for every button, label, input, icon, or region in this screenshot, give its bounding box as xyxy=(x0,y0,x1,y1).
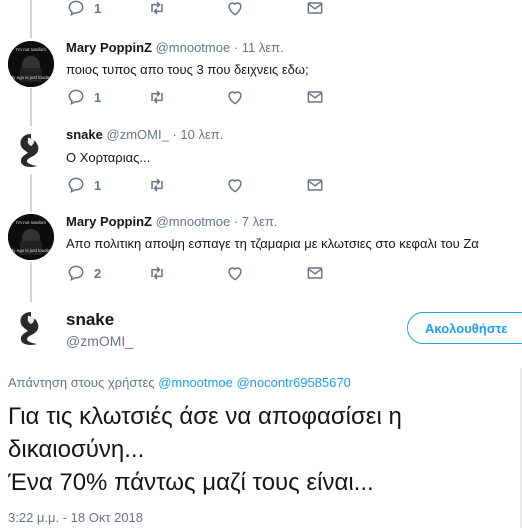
dm-button[interactable] xyxy=(305,87,325,107)
retweet-icon xyxy=(151,90,163,104)
tweet-timestamp[interactable]: 3:22 μ.μ. - 18 Οκτ 2018 xyxy=(8,510,143,525)
avatar[interactable]: I'm not random My ego is just louder xyxy=(8,214,54,260)
reply-count: 1 xyxy=(94,177,102,193)
tweet-actions: 1 xyxy=(66,175,366,199)
tweet-actions: 2 xyxy=(66,263,366,287)
tweet-text: Για τις κλωτσιές άσε να αποφασίσει η δικ… xyxy=(8,400,402,499)
retweet-button[interactable] xyxy=(147,0,167,18)
tweet-text: Ο Χορταριας... xyxy=(66,150,151,165)
like-button[interactable] xyxy=(225,263,245,283)
author-name[interactable]: snake xyxy=(66,310,114,330)
tweet-text: ποιος τυπος απο τους 3 που δειχνεις εδω; xyxy=(66,62,309,77)
author-name[interactable]: Mary PoppinZ xyxy=(66,40,152,55)
author-name[interactable]: snake xyxy=(66,127,103,142)
dm-button[interactable] xyxy=(305,0,325,18)
reply-button[interactable]: 1 xyxy=(66,0,101,18)
reply-button[interactable]: 1 xyxy=(66,87,101,107)
reply-icon xyxy=(68,89,84,105)
thread-line xyxy=(30,262,32,302)
retweet-button[interactable] xyxy=(147,87,167,107)
reply-button[interactable]: 2 xyxy=(66,263,101,283)
author-name[interactable]: Mary PoppinZ xyxy=(66,214,152,229)
svg-text:I'm not random: I'm not random xyxy=(16,47,46,52)
follow-button[interactable]: Ακολουθήστε xyxy=(407,312,522,344)
thread-line xyxy=(30,174,32,212)
mention-link[interactable]: @nocontr69585670 xyxy=(236,375,350,390)
envelope-icon xyxy=(307,91,323,103)
retweet-icon xyxy=(151,178,163,192)
avatar[interactable]: I'm not random My ego is just louder xyxy=(8,41,54,87)
tweet-text-line: Για τις κλωτσιές άσε να αποφασίσει η xyxy=(8,403,402,430)
author-handle[interactable]: @mnootmoe xyxy=(156,214,231,229)
tweet-time[interactable]: · 7 λεπ. xyxy=(234,214,278,229)
dm-button[interactable] xyxy=(305,175,325,195)
retweet-button[interactable] xyxy=(147,263,167,283)
heart-icon xyxy=(228,267,242,281)
tweet-actions: 1 xyxy=(66,0,366,22)
replying-to: Απάντηση στους χρήστες @mnootmoe @nocont… xyxy=(8,375,351,390)
avatar-image: I'm not random My ego is just louder xyxy=(8,41,54,87)
author-handle[interactable]: @zmOMI_ xyxy=(107,127,169,142)
tweet-text: Απο πολιτικη αποψη εσπαγε τη τζαμαρια με… xyxy=(66,236,479,251)
tweet-time[interactable]: · 10 λεπ. xyxy=(172,127,223,142)
mention-link[interactable]: @mnootmoe xyxy=(158,375,233,390)
envelope-icon xyxy=(307,267,323,279)
heart-icon xyxy=(228,179,242,193)
tweet-header: snake @zmOMI_ · 10 λεπ. xyxy=(66,127,223,142)
cobra-avatar-image xyxy=(8,306,54,352)
tweet-text-line: δικαιοσύνη... xyxy=(8,436,145,463)
reply-icon xyxy=(68,0,84,16)
heart-icon xyxy=(228,91,242,105)
svg-text:My ego is just louder: My ego is just louder xyxy=(9,75,51,80)
cobra-avatar-image xyxy=(8,128,54,174)
tweet-text-line: Ένα 70% πάντως μαζί τους είναι... xyxy=(8,469,374,496)
tweet-time[interactable]: · 11 λεπ. xyxy=(234,40,284,55)
like-button[interactable] xyxy=(225,175,245,195)
reply-count: 2 xyxy=(94,265,102,281)
avatar[interactable] xyxy=(8,306,54,352)
like-button[interactable] xyxy=(225,0,245,18)
retweet-icon xyxy=(151,266,163,280)
avatar-image: I'm not random My ego is just louder xyxy=(8,214,54,260)
avatar[interactable] xyxy=(8,128,54,174)
reply-icon xyxy=(68,265,84,281)
reply-button[interactable]: 1 xyxy=(66,175,101,195)
tweet-actions: 1 xyxy=(66,87,366,111)
author-handle[interactable]: @zmOMI_ xyxy=(66,333,133,349)
svg-text:My ego is just louder: My ego is just louder xyxy=(9,248,51,253)
envelope-icon xyxy=(307,179,323,191)
author-handle[interactable]: @mnootmoe xyxy=(156,40,231,55)
envelope-icon xyxy=(307,2,323,14)
tweet-header: Mary PoppinZ @mnootmoe · 7 λεπ. xyxy=(66,214,278,229)
retweet-button[interactable] xyxy=(147,175,167,195)
thread-line xyxy=(30,0,32,38)
reply-icon xyxy=(68,177,84,193)
dm-button[interactable] xyxy=(305,263,325,283)
tweet-header: Mary PoppinZ @mnootmoe · 11 λεπ. xyxy=(66,40,284,55)
reply-count: 1 xyxy=(94,0,102,16)
svg-text:I'm not random: I'm not random xyxy=(16,220,46,225)
retweet-icon xyxy=(151,1,163,15)
heart-icon xyxy=(228,2,242,16)
reply-count: 1 xyxy=(94,89,102,105)
like-button[interactable] xyxy=(225,87,245,107)
thread-line xyxy=(30,88,32,126)
replying-label: Απάντηση στους χρήστες xyxy=(8,375,155,390)
